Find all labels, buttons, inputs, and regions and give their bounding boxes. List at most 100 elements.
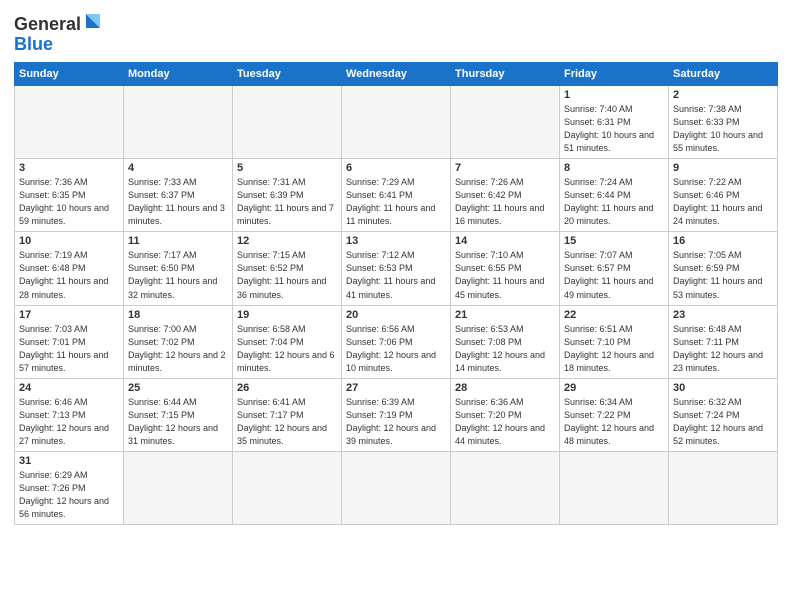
calendar-cell: 31Sunrise: 6:29 AM Sunset: 7:26 PM Dayli… bbox=[15, 451, 124, 524]
calendar-cell: 16 Sunrise: 7:05 AM Sunset: 6:59 PM Dayli… bbox=[669, 232, 778, 305]
day-number: 29 bbox=[564, 382, 664, 394]
col-header-tuesday: Tuesday bbox=[233, 63, 342, 86]
calendar-cell bbox=[15, 86, 124, 159]
calendar-cell bbox=[124, 86, 233, 159]
calendar-cell: 2 Sunrise: 7:38 AM Sunset: 6:33 PM Daylig… bbox=[669, 86, 778, 159]
day-info: Sunrise: 7:00 AM Sunset: 7:02 PM Dayligh… bbox=[128, 323, 228, 375]
calendar-week-row: 10 Sunrise: 7:19 AM Sunset: 6:48 PM Dayli… bbox=[15, 232, 778, 305]
day-info: Sunrise: 6:41 AM Sunset: 7:17 PM Dayligh… bbox=[237, 396, 337, 448]
day-number: 1 bbox=[564, 89, 664, 101]
calendar-cell: 9 Sunrise: 7:22 AM Sunset: 6:46 PM Daylig… bbox=[669, 159, 778, 232]
calendar-cell bbox=[451, 451, 560, 524]
calendar-cell: 11 Sunrise: 7:17 AM Sunset: 6:50 PM Dayli… bbox=[124, 232, 233, 305]
calendar-cell: 1Sunrise: 7:40 AM Sunset: 6:31 PM Daylig… bbox=[560, 86, 669, 159]
day-number: 14 bbox=[455, 235, 555, 247]
calendar-cell: 20 Sunrise: 6:56 AM Sunset: 7:06 PM Dayli… bbox=[342, 305, 451, 378]
calendar-cell bbox=[233, 451, 342, 524]
day-number: 16 bbox=[673, 235, 773, 247]
calendar-cell bbox=[669, 451, 778, 524]
generalblue-logo-icon: GeneralBlue bbox=[14, 10, 104, 54]
calendar-cell: 12Sunrise: 7:15 AM Sunset: 6:52 PM Dayli… bbox=[233, 232, 342, 305]
day-number: 3 bbox=[19, 162, 119, 174]
day-number: 5 bbox=[237, 162, 337, 174]
day-info: Sunrise: 6:56 AM Sunset: 7:06 PM Dayligh… bbox=[346, 323, 446, 375]
col-header-sunday: Sunday bbox=[15, 63, 124, 86]
svg-text:Blue: Blue bbox=[14, 34, 53, 54]
col-header-saturday: Saturday bbox=[669, 63, 778, 86]
day-info: Sunrise: 7:33 AM Sunset: 6:37 PM Dayligh… bbox=[128, 176, 228, 228]
calendar-week-row: 24 Sunrise: 6:46 AM Sunset: 7:13 PM Dayli… bbox=[15, 378, 778, 451]
day-info: Sunrise: 6:48 AM Sunset: 7:11 PM Dayligh… bbox=[673, 323, 773, 375]
day-number: 17 bbox=[19, 309, 119, 321]
day-number: 2 bbox=[673, 89, 773, 101]
day-number: 4 bbox=[128, 162, 228, 174]
day-number: 25 bbox=[128, 382, 228, 394]
col-header-wednesday: Wednesday bbox=[342, 63, 451, 86]
day-info: Sunrise: 7:38 AM Sunset: 6:33 PM Dayligh… bbox=[673, 103, 773, 155]
calendar-cell: 5 Sunrise: 7:31 AM Sunset: 6:39 PM Daylig… bbox=[233, 159, 342, 232]
day-number: 20 bbox=[346, 309, 446, 321]
svg-text:General: General bbox=[14, 14, 81, 34]
day-number: 22 bbox=[564, 309, 664, 321]
calendar-cell bbox=[451, 86, 560, 159]
calendar-cell: 3Sunrise: 7:36 AM Sunset: 6:35 PM Daylig… bbox=[15, 159, 124, 232]
day-info: Sunrise: 7:31 AM Sunset: 6:39 PM Dayligh… bbox=[237, 176, 337, 228]
col-header-monday: Monday bbox=[124, 63, 233, 86]
calendar-cell: 26 Sunrise: 6:41 AM Sunset: 7:17 PM Dayli… bbox=[233, 378, 342, 451]
calendar-cell: 27Sunrise: 6:39 AM Sunset: 7:19 PM Dayli… bbox=[342, 378, 451, 451]
day-info: Sunrise: 7:05 AM Sunset: 6:59 PM Dayligh… bbox=[673, 249, 773, 301]
day-number: 11 bbox=[128, 235, 228, 247]
logo: GeneralBlue bbox=[14, 10, 104, 54]
calendar-week-row: 31Sunrise: 6:29 AM Sunset: 7:26 PM Dayli… bbox=[15, 451, 778, 524]
calendar-cell: 22 Sunrise: 6:51 AM Sunset: 7:10 PM Dayli… bbox=[560, 305, 669, 378]
col-header-friday: Friday bbox=[560, 63, 669, 86]
day-info: Sunrise: 7:24 AM Sunset: 6:44 PM Dayligh… bbox=[564, 176, 664, 228]
calendar-table: SundayMondayTuesdayWednesdayThursdayFrid… bbox=[14, 62, 778, 525]
day-info: Sunrise: 7:19 AM Sunset: 6:48 PM Dayligh… bbox=[19, 249, 119, 301]
day-info: Sunrise: 6:32 AM Sunset: 7:24 PM Dayligh… bbox=[673, 396, 773, 448]
calendar-cell: 28Sunrise: 6:36 AM Sunset: 7:20 PM Dayli… bbox=[451, 378, 560, 451]
day-number: 8 bbox=[564, 162, 664, 174]
calendar-week-row: 17 Sunrise: 7:03 AM Sunset: 7:01 PM Dayli… bbox=[15, 305, 778, 378]
header: GeneralBlue bbox=[14, 10, 778, 54]
calendar-cell bbox=[124, 451, 233, 524]
calendar-cell bbox=[342, 86, 451, 159]
day-info: Sunrise: 6:39 AM Sunset: 7:19 PM Dayligh… bbox=[346, 396, 446, 448]
day-info: Sunrise: 7:17 AM Sunset: 6:50 PM Dayligh… bbox=[128, 249, 228, 301]
calendar-cell: 14 Sunrise: 7:10 AM Sunset: 6:55 PM Dayli… bbox=[451, 232, 560, 305]
day-info: Sunrise: 6:53 AM Sunset: 7:08 PM Dayligh… bbox=[455, 323, 555, 375]
calendar-cell: 10 Sunrise: 7:19 AM Sunset: 6:48 PM Dayli… bbox=[15, 232, 124, 305]
day-number: 26 bbox=[237, 382, 337, 394]
calendar-cell: 21 Sunrise: 6:53 AM Sunset: 7:08 PM Dayli… bbox=[451, 305, 560, 378]
day-info: Sunrise: 6:29 AM Sunset: 7:26 PM Dayligh… bbox=[19, 469, 119, 521]
day-info: Sunrise: 7:03 AM Sunset: 7:01 PM Dayligh… bbox=[19, 323, 119, 375]
day-info: Sunrise: 6:46 AM Sunset: 7:13 PM Dayligh… bbox=[19, 396, 119, 448]
calendar-cell bbox=[560, 451, 669, 524]
day-number: 23 bbox=[673, 309, 773, 321]
calendar-week-row: 3Sunrise: 7:36 AM Sunset: 6:35 PM Daylig… bbox=[15, 159, 778, 232]
day-number: 28 bbox=[455, 382, 555, 394]
day-info: Sunrise: 6:51 AM Sunset: 7:10 PM Dayligh… bbox=[564, 323, 664, 375]
day-number: 9 bbox=[673, 162, 773, 174]
day-info: Sunrise: 7:26 AM Sunset: 6:42 PM Dayligh… bbox=[455, 176, 555, 228]
day-info: Sunrise: 7:22 AM Sunset: 6:46 PM Dayligh… bbox=[673, 176, 773, 228]
calendar-cell: 15 Sunrise: 7:07 AM Sunset: 6:57 PM Dayli… bbox=[560, 232, 669, 305]
day-info: Sunrise: 7:07 AM Sunset: 6:57 PM Dayligh… bbox=[564, 249, 664, 301]
day-info: Sunrise: 7:15 AM Sunset: 6:52 PM Dayligh… bbox=[237, 249, 337, 301]
calendar-cell: 6Sunrise: 7:29 AM Sunset: 6:41 PM Daylig… bbox=[342, 159, 451, 232]
day-info: Sunrise: 6:58 AM Sunset: 7:04 PM Dayligh… bbox=[237, 323, 337, 375]
day-number: 10 bbox=[19, 235, 119, 247]
calendar-cell: 17 Sunrise: 7:03 AM Sunset: 7:01 PM Dayli… bbox=[15, 305, 124, 378]
calendar-cell bbox=[233, 86, 342, 159]
day-number: 15 bbox=[564, 235, 664, 247]
day-number: 24 bbox=[19, 382, 119, 394]
calendar-cell: 23 Sunrise: 6:48 AM Sunset: 7:11 PM Dayli… bbox=[669, 305, 778, 378]
day-number: 21 bbox=[455, 309, 555, 321]
calendar-cell: 25 Sunrise: 6:44 AM Sunset: 7:15 PM Dayli… bbox=[124, 378, 233, 451]
day-number: 13 bbox=[346, 235, 446, 247]
calendar-cell: 8 Sunrise: 7:24 AM Sunset: 6:44 PM Daylig… bbox=[560, 159, 669, 232]
day-number: 30 bbox=[673, 382, 773, 394]
day-info: Sunrise: 6:44 AM Sunset: 7:15 PM Dayligh… bbox=[128, 396, 228, 448]
calendar-cell: 29Sunrise: 6:34 AM Sunset: 7:22 PM Dayli… bbox=[560, 378, 669, 451]
day-info: Sunrise: 7:10 AM Sunset: 6:55 PM Dayligh… bbox=[455, 249, 555, 301]
